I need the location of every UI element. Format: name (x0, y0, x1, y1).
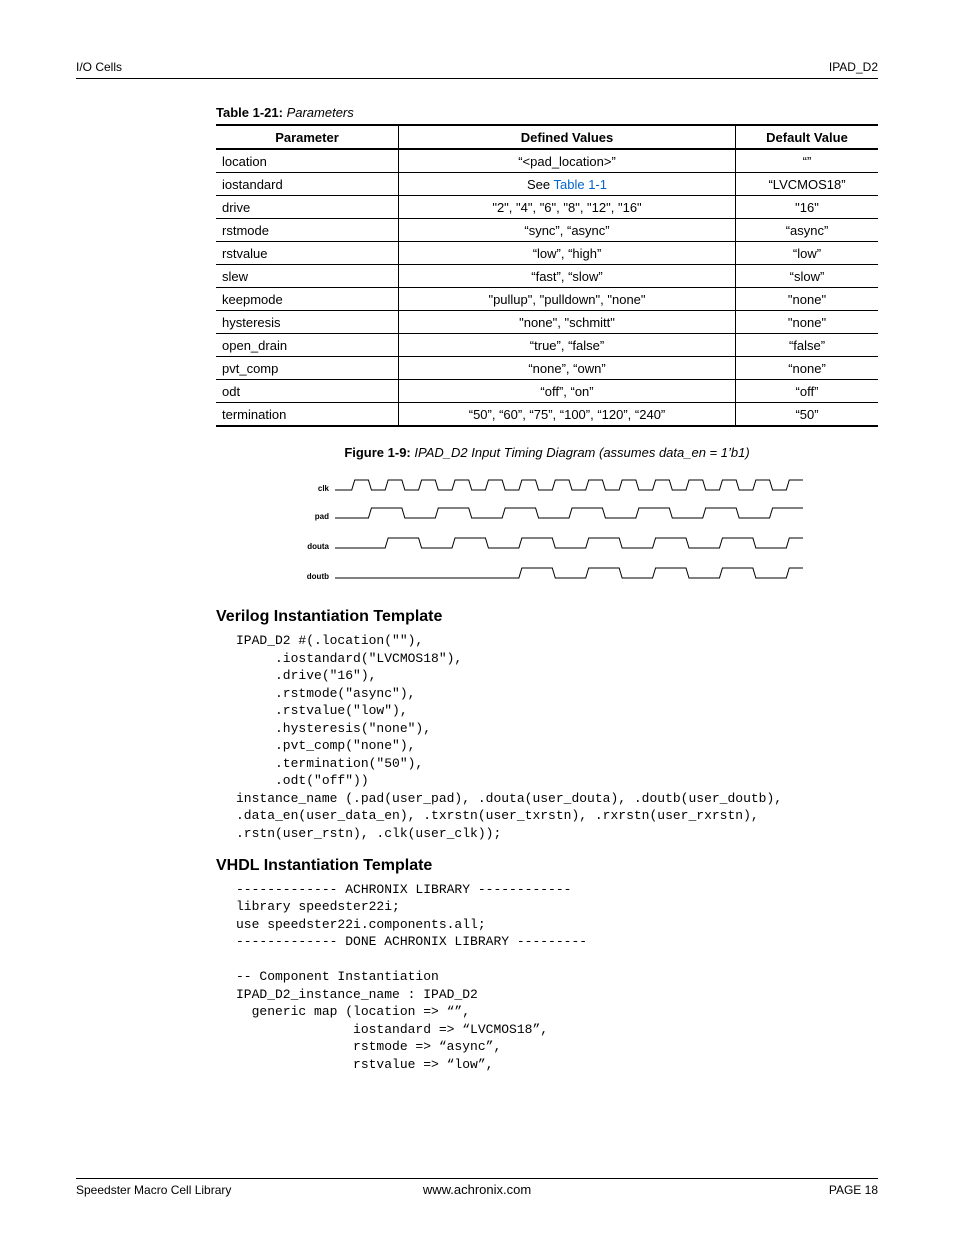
table-row: hysteresis"none", "schmitt""none" (216, 311, 878, 334)
table-row: odt“off”, “on”“off” (216, 380, 878, 403)
cell-parameter: iostandard (216, 173, 399, 196)
cell-defined: "none", "schmitt" (399, 311, 736, 334)
cell-defined: “sync”, “async” (399, 219, 736, 242)
cell-default: “50” (736, 403, 879, 427)
signal-label-doutb: doutb (307, 572, 329, 581)
cell-defined: "2", "4", "6", "8", "12", "16" (399, 196, 736, 219)
cell-default: “” (736, 149, 879, 173)
figure-caption: Figure 1-9: IPAD_D2 Input Timing Diagram… (216, 445, 878, 460)
cell-parameter: slew (216, 265, 399, 288)
col-default: Default Value (736, 125, 879, 149)
col-defined: Defined Values (399, 125, 736, 149)
cell-parameter: rstvalue (216, 242, 399, 265)
cell-default: "16" (736, 196, 879, 219)
verilog-code: IPAD_D2 #(.location(""), .iostandard("LV… (236, 632, 878, 843)
footer-left: Speedster Macro Cell Library (76, 1183, 231, 1197)
table-row: slew“fast”, “slow”“slow” (216, 265, 878, 288)
table-row: keepmode"pullup", "pulldown", "none""non… (216, 288, 878, 311)
signal-label-clk: clk (318, 484, 330, 493)
table-row: location“<pad_location>”“” (216, 149, 878, 173)
cell-parameter: location (216, 149, 399, 173)
table-row: rstvalue“low”, “high”“low” (216, 242, 878, 265)
col-parameter: Parameter (216, 125, 399, 149)
cell-parameter: rstmode (216, 219, 399, 242)
table-caption-title: Parameters (283, 105, 354, 120)
running-header: I/O Cells IPAD_D2 (76, 60, 878, 79)
cell-parameter: open_drain (216, 334, 399, 357)
running-footer: Speedster Macro Cell Library www.achroni… (76, 1178, 878, 1197)
cell-default: “low” (736, 242, 879, 265)
cell-defined: “none”, “own” (399, 357, 736, 380)
cell-defined: “<pad_location>” (399, 149, 736, 173)
cell-parameter: keepmode (216, 288, 399, 311)
vhdl-code: ------------- ACHRONIX LIBRARY ---------… (236, 881, 878, 1074)
signal-label-pad: pad (315, 512, 329, 521)
cell-default: "none" (736, 288, 879, 311)
table-row: drive"2", "4", "6", "8", "12", "16""16" (216, 196, 878, 219)
table-row: open_drain“true”, “false”“false” (216, 334, 878, 357)
cell-parameter: pvt_comp (216, 357, 399, 380)
signal-label-douta: douta (307, 542, 329, 551)
footer-right: PAGE 18 (829, 1183, 878, 1197)
cell-parameter: termination (216, 403, 399, 427)
cell-defined: “50”, “60”, “75”, “100”, “120”, “240” (399, 403, 736, 427)
vhdl-heading: VHDL Instantiation Template (216, 857, 878, 875)
header-left: I/O Cells (76, 60, 122, 74)
cell-default: “false” (736, 334, 879, 357)
table-header-row: Parameter Defined Values Default Value (216, 125, 878, 149)
table-row: pvt_comp“none”, “own”“none” (216, 357, 878, 380)
cell-default: “none” (736, 357, 879, 380)
header-right: IPAD_D2 (829, 60, 878, 74)
table-row: termination“50”, “60”, “75”, “100”, “120… (216, 403, 878, 427)
table-row: iostandardSee Table 1-1“LVCMOS18” (216, 173, 878, 196)
cell-parameter: drive (216, 196, 399, 219)
cell-parameter: hysteresis (216, 311, 399, 334)
cell-parameter: odt (216, 380, 399, 403)
figure-caption-number: Figure 1-9: (344, 445, 410, 460)
timing-diagram: clk pad douta doutb (287, 476, 807, 586)
cell-default: “off” (736, 380, 879, 403)
table-row: rstmode“sync”, “async”“async” (216, 219, 878, 242)
verilog-heading: Verilog Instantiation Template (216, 608, 878, 626)
cell-default: “async” (736, 219, 879, 242)
figure-caption-title: IPAD_D2 Input Timing Diagram (assumes da… (411, 445, 750, 460)
cell-defined: “low”, “high” (399, 242, 736, 265)
cell-default: "none" (736, 311, 879, 334)
table-caption-number: Table 1-21: (216, 105, 283, 120)
cell-defined: “off”, “on” (399, 380, 736, 403)
cell-defined: “fast”, “slow” (399, 265, 736, 288)
cell-defined: “true”, “false” (399, 334, 736, 357)
cell-defined: "pullup", "pulldown", "none" (399, 288, 736, 311)
table-caption: Table 1-21: Parameters (216, 105, 878, 120)
cell-defined: See Table 1-1 (399, 173, 736, 196)
cell-default: “slow” (736, 265, 879, 288)
cell-default: “LVCMOS18” (736, 173, 879, 196)
parameters-table: Parameter Defined Values Default Value l… (216, 124, 878, 427)
table-crossref-link[interactable]: Table 1-1 (554, 177, 607, 192)
